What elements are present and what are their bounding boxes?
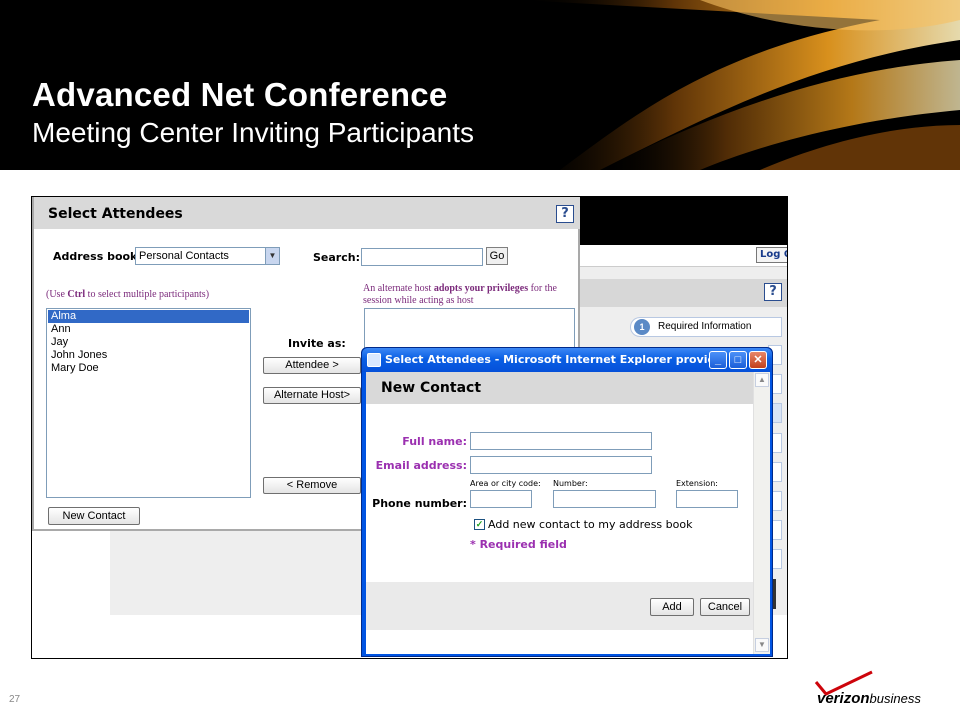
note-text: An alternate host <box>363 283 434 294</box>
step-required-information[interactable]: 1 Required Information <box>630 317 782 337</box>
scroll-up-icon[interactable]: ▲ <box>755 373 769 387</box>
window-titlebar[interactable]: Select Attendees - Microsoft Internet Ex… <box>362 348 772 372</box>
new-contact-button[interactable]: New Contact <box>48 507 140 525</box>
close-icon[interactable]: ✕ <box>749 351 767 369</box>
hint-prefix: (Use <box>46 289 68 300</box>
required-field-note: * Required field <box>470 538 567 551</box>
full-name-label: Full name: <box>402 435 467 448</box>
area-code-field[interactable] <box>470 490 532 508</box>
area-code-label: Area or city code: <box>470 479 541 488</box>
phone-number-field[interactable] <box>553 490 656 508</box>
search-input[interactable] <box>361 248 483 266</box>
list-item[interactable]: Jay <box>48 336 249 349</box>
extension-label: Extension: <box>676 479 718 488</box>
contacts-list[interactable]: Alma Ann Jay John Jones Mary Doe <box>46 308 251 498</box>
window-title: Select Attendees - Microsoft Internet Ex… <box>385 353 709 366</box>
new-contact-footer: Add Cancel <box>366 582 753 630</box>
email-field[interactable] <box>470 456 652 474</box>
slide-title: Advanced Net Conference <box>32 76 448 113</box>
number-label: Number: <box>553 479 588 488</box>
go-button[interactable]: Go <box>486 247 508 265</box>
hint-key: Ctrl <box>67 289 86 300</box>
multi-select-hint: (Use Ctrl to select multiple participant… <box>46 289 209 300</box>
maximize-icon[interactable]: □ <box>729 351 747 369</box>
extension-field[interactable] <box>676 490 738 508</box>
phone-number-label: Phone number: <box>372 497 467 510</box>
background-header-bar <box>577 279 787 307</box>
help-button[interactable]: ? <box>556 205 574 223</box>
step-label: Required Information <box>658 321 752 332</box>
email-label: Email address: <box>375 459 467 472</box>
address-book-select[interactable]: Personal Contacts ▼ <box>135 247 280 265</box>
list-item[interactable]: Ann <box>48 323 249 336</box>
list-item[interactable]: John Jones <box>48 349 249 362</box>
alternate-host-note: An alternate host adopts your privileges… <box>363 283 579 307</box>
search-label: Search: <box>313 251 360 264</box>
address-book-value: Personal Contacts <box>139 250 229 262</box>
add-to-address-book-checkbox[interactable]: ✓ <box>474 519 485 530</box>
minimize-icon[interactable]: _ <box>709 351 727 369</box>
background-help-button[interactable]: ? <box>764 283 782 301</box>
screenshot-frame: Log O ? 1 Required Information Select Att… <box>31 196 788 659</box>
brand-suffix: business <box>869 691 921 706</box>
logout-button[interactable]: Log O <box>756 247 787 263</box>
select-attendees-header: Select Attendees ? <box>34 197 580 229</box>
new-contact-window: Select Attendees - Microsoft Internet Ex… <box>361 347 773 657</box>
add-button[interactable]: Add <box>650 598 694 616</box>
brand-name: verizon <box>817 690 870 707</box>
invite-as-label: Invite as: <box>288 337 346 350</box>
alternate-host-button[interactable]: Alternate Host> <box>263 387 361 404</box>
chevron-down-icon[interactable]: ▼ <box>265 248 279 264</box>
list-item[interactable]: Mary Doe <box>48 362 249 375</box>
address-book-label: Address book: <box>53 250 142 263</box>
attendee-button[interactable]: Attendee > <box>263 357 361 374</box>
brand-wordmark: verizonbusiness <box>817 690 921 707</box>
remove-button[interactable]: < Remove <box>263 477 361 494</box>
window-content: New Contact Full name: Email address: Ar… <box>366 372 770 654</box>
hint-suffix: to select multiple participants) <box>85 289 210 300</box>
background-top-bar <box>577 197 787 245</box>
dialog-title: Select Attendees <box>48 206 183 222</box>
note-bold: adopts your privileges <box>433 283 529 294</box>
browser-icon <box>367 353 381 367</box>
page-number: 27 <box>9 694 21 705</box>
add-to-address-book-label: Add new contact to my address book <box>488 518 693 531</box>
list-item[interactable]: Alma <box>48 310 249 323</box>
slide-subtitle: Meeting Center Inviting Participants <box>32 117 474 148</box>
step-number: 1 <box>634 319 650 335</box>
scroll-down-icon[interactable]: ▼ <box>755 638 769 652</box>
cancel-button[interactable]: Cancel <box>700 598 750 616</box>
full-name-field[interactable] <box>470 432 652 450</box>
slide-header: Advanced Net Conference Meeting Center I… <box>0 0 960 170</box>
vertical-scrollbar[interactable]: ▲ ▼ <box>753 372 770 654</box>
new-contact-header: New Contact <box>366 372 753 404</box>
dialog-title: New Contact <box>381 380 482 396</box>
